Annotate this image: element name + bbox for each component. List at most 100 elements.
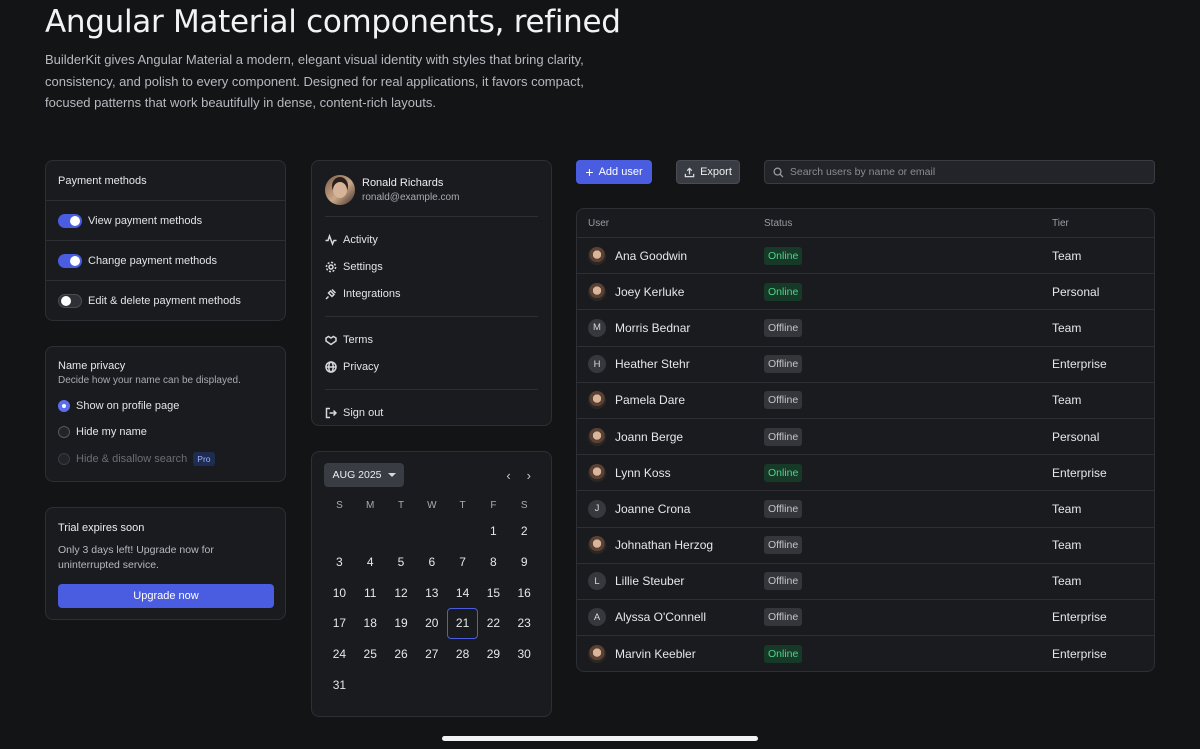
calendar-day[interactable]: 11	[355, 578, 386, 609]
calendar-day[interactable]: 14	[447, 578, 478, 609]
calendar-day[interactable]: 29	[478, 639, 509, 670]
menu-item-sign-out[interactable]: Sign out	[325, 399, 538, 426]
status-cell: Offline	[764, 536, 1052, 555]
toggle-switch[interactable]	[58, 253, 82, 268]
calendar-day[interactable]: 1	[478, 516, 509, 547]
search-input[interactable]	[789, 166, 1146, 178]
user-name: Marvin Keebler	[615, 647, 696, 662]
calendar-day-selected[interactable]: 21	[447, 608, 478, 640]
name-privacy-title: Name privacy	[58, 360, 126, 372]
month-picker-button[interactable]: AUG 2025	[324, 463, 404, 487]
table-row[interactable]: Johnathan Herzog Offline Team	[577, 528, 1154, 564]
calendar-day[interactable]: 8	[478, 547, 509, 578]
status-badge: Offline	[764, 608, 803, 627]
avatar: L	[588, 572, 606, 591]
table-row[interactable]: H Heather Stehr Offline Enterprise	[577, 347, 1154, 383]
calendar-day[interactable]: 10	[324, 578, 355, 609]
menu-item-settings[interactable]: Settings	[325, 253, 538, 280]
radio-show-on-profile[interactable]: Show on profile page	[58, 400, 273, 412]
menu-item-integrations[interactable]: Integrations	[325, 280, 538, 307]
calendar-day[interactable]: 7	[447, 547, 478, 578]
avatar: A	[588, 608, 606, 627]
radio-button[interactable]	[58, 426, 70, 438]
calendar-day[interactable]: 4	[355, 547, 386, 578]
table-row[interactable]: Joey Kerluke Online Personal	[577, 274, 1154, 311]
calendar-day[interactable]: 16	[509, 578, 540, 609]
user-name: Ana Goodwin	[615, 248, 688, 263]
table-row[interactable]: Ana Goodwin Online Team	[577, 238, 1154, 275]
status-cell: Offline	[764, 499, 1052, 518]
upgrade-now-button[interactable]: Upgrade now	[58, 584, 274, 608]
avatar	[588, 427, 606, 446]
weekday-label: F	[490, 500, 497, 511]
status-badge: Online	[764, 645, 803, 664]
table-row[interactable]: Lynn Koss Online Enterprise	[577, 455, 1154, 492]
radio-button[interactable]	[58, 400, 70, 412]
calendar-day[interactable]: 9	[509, 547, 540, 578]
toggle-row-edit-delete-payment[interactable]: Edit & delete payment methods	[46, 281, 285, 321]
avatar	[325, 175, 355, 205]
column-header-user[interactable]: User	[577, 218, 764, 229]
column-header-tier[interactable]: Tier	[1052, 218, 1154, 229]
chevron-left-icon[interactable]: ‹	[506, 468, 510, 483]
page-description: BuilderKit gives Angular Material a mode…	[45, 52, 584, 110]
calendar-day[interactable]: 15	[478, 578, 509, 609]
menu-item-label: Privacy	[343, 360, 380, 373]
toggle-row-change-payment[interactable]: Change payment methods	[46, 241, 285, 281]
user-cell: H Heather Stehr	[577, 355, 764, 374]
calendar-day[interactable]: 23	[509, 608, 540, 639]
table-row[interactable]: J Joanne Crona Offline Team	[577, 491, 1154, 528]
search-box[interactable]	[764, 160, 1155, 184]
table-row[interactable]: A Alyssa O'Connell Offline Enterprise	[577, 600, 1154, 637]
toggle-switch[interactable]	[58, 213, 82, 228]
globe-icon	[325, 360, 337, 373]
menu-item-privacy[interactable]: Privacy	[325, 353, 538, 380]
avatar	[588, 536, 606, 555]
tier-cell: Team	[1052, 320, 1082, 335]
name-privacy-subtitle: Decide how your name can be displayed.	[58, 375, 241, 386]
table-row[interactable]: Pamela Dare Offline Team	[577, 383, 1154, 419]
user-name: Alyssa O'Connell	[615, 610, 706, 625]
calendar-day[interactable]: 31	[324, 670, 355, 701]
plug-icon	[325, 288, 337, 300]
add-user-button[interactable]: + Add user	[576, 160, 652, 184]
table-row[interactable]: L Lillie Steuber Offline Team	[577, 564, 1154, 600]
calendar-day[interactable]: 26	[386, 639, 417, 670]
calendar-day[interactable]: 27	[416, 639, 447, 670]
radio-hide-name[interactable]: Hide my name	[58, 426, 273, 438]
menu-item-activity[interactable]: Activity	[325, 226, 538, 253]
calendar-day[interactable]: 17	[324, 608, 355, 639]
tier-cell: Enterprise	[1052, 610, 1107, 625]
toggle-row-view-payment[interactable]: View payment methods	[46, 201, 285, 241]
avatar	[588, 282, 606, 301]
calendar-day[interactable]: 19	[386, 608, 417, 639]
table-header: User Status Tier	[577, 209, 1154, 238]
calendar-day[interactable]: 12	[386, 578, 417, 609]
user-cell: Joann Berge	[577, 427, 764, 446]
menu-item-terms[interactable]: Terms	[325, 326, 538, 353]
status-badge: Offline	[764, 499, 803, 518]
calendar-day[interactable]: 18	[355, 608, 386, 639]
user-cell: Lynn Koss	[577, 463, 764, 482]
column-header-status[interactable]: Status	[764, 218, 1052, 229]
calendar-day[interactable]: 6	[416, 547, 447, 578]
calendar-day[interactable]: 30	[509, 639, 540, 670]
calendar-day[interactable]: 13	[416, 578, 447, 609]
calendar-day[interactable]: 5	[386, 547, 417, 578]
calendar-day[interactable]: 3	[324, 547, 355, 578]
export-button[interactable]: Export	[676, 160, 740, 184]
calendar-day[interactable]: 2	[509, 516, 540, 547]
chevron-right-icon[interactable]: ›	[527, 468, 531, 483]
table-row[interactable]: Marvin Keebler Online Enterprise	[577, 636, 1154, 671]
calendar-blank	[355, 516, 386, 547]
calendar-day[interactable]: 22	[478, 608, 509, 639]
calendar-day[interactable]: 25	[355, 639, 386, 670]
calendar-day[interactable]: 28	[447, 639, 478, 670]
status-cell: Offline	[764, 427, 1052, 446]
calendar-day[interactable]: 20	[416, 608, 447, 639]
avatar	[588, 463, 606, 482]
calendar-day[interactable]: 24	[324, 639, 355, 670]
table-row[interactable]: Joann Berge Offline Personal	[577, 419, 1154, 456]
toggle-switch[interactable]	[58, 294, 82, 308]
table-row[interactable]: M Morris Bednar Offline Team	[577, 310, 1154, 347]
